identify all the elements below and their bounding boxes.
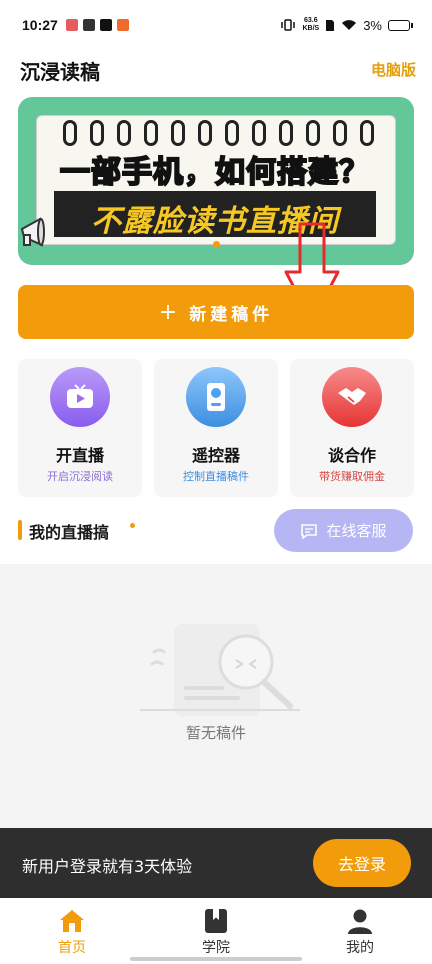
nav-label-profile: 我的 — [346, 940, 374, 956]
login-button[interactable]: 去登录 — [313, 839, 411, 887]
section-accent-bar — [18, 520, 22, 540]
section-title: 我的直播搞 — [29, 523, 110, 542]
new-draft-button[interactable]: + 新建稿件 — [18, 285, 414, 339]
book-icon — [205, 909, 227, 933]
plus-icon: + — [158, 299, 182, 325]
nav-item-home[interactable]: 首页 — [0, 898, 144, 964]
card-remote[interactable]: 遥控器 控制直播稿件 — [154, 359, 278, 497]
carousel-indicator — [213, 241, 220, 248]
feature-cards: 开直播 开启沉浸阅读 遥控器 控制直播稿件 谈合作 带货赚取佣金 — [18, 359, 414, 497]
card-subtitle: 开启沉浸阅读 — [47, 470, 113, 483]
tv-icon — [50, 367, 110, 427]
card-subtitle: 控制直播稿件 — [183, 470, 249, 483]
nav-item-academy[interactable]: 学院 — [144, 898, 288, 964]
card-title: 遥控器 — [191, 446, 240, 465]
banner-subheadline: 不露脸读书直播间 — [91, 204, 339, 239]
card-title: 开直播 — [55, 446, 104, 465]
login-prompt-text: 新用户登录就有3天体验 — [22, 857, 193, 876]
chat-icon — [301, 523, 318, 539]
vibrate-icon — [281, 19, 296, 31]
status-bar: 10:27 63.6 KB/S 3% — [0, 0, 432, 50]
login-prompt-bar: 新用户登录就有3天体验 去登录 — [0, 828, 432, 898]
binder-rings — [63, 120, 374, 146]
app-title: 沉浸读稿 — [20, 60, 100, 84]
banner-headline: 一部手机，如何搭建？ — [59, 154, 370, 191]
new-draft-label: 新建稿件 — [189, 304, 274, 325]
remote-icon — [186, 367, 246, 427]
megaphone-icon — [20, 217, 45, 247]
card-subtitle: 带货赚取佣金 — [319, 470, 385, 483]
home-indicator — [130, 957, 302, 961]
app-notification-icon — [116, 19, 129, 31]
battery-icon — [388, 19, 413, 31]
wifi-icon — [342, 20, 357, 30]
speed-value: 63.6 — [304, 17, 318, 24]
online-service-label: 在线客服 — [326, 522, 387, 540]
section-dot — [130, 523, 135, 528]
empty-document-icon — [140, 624, 300, 716]
drafts-list-empty: 暂无稿件 — [0, 564, 432, 828]
sim-icon — [326, 19, 335, 31]
notification-icon — [65, 19, 78, 31]
home-icon — [60, 910, 84, 932]
empty-state-text: 暂无稿件 — [185, 724, 246, 742]
nav-label-academy: 学院 — [202, 940, 230, 956]
tiktok-icon — [99, 19, 112, 31]
card-title: 谈合作 — [327, 446, 376, 465]
user-icon — [348, 909, 372, 934]
status-right: 63.6 KB/S 3% — [280, 17, 413, 33]
card-cooperation[interactable]: 谈合作 带货赚取佣金 — [290, 359, 414, 497]
status-time: 10:27 — [22, 17, 58, 33]
bottom-nav: 首页 学院 我的 — [0, 898, 432, 964]
desktop-version-link[interactable]: 电脑版 — [371, 59, 416, 80]
nav-item-profile[interactable]: 我的 — [288, 898, 432, 964]
handshake-icon — [322, 367, 382, 427]
nav-label-home: 首页 — [58, 940, 86, 956]
online-service-button[interactable]: 在线客服 — [274, 509, 413, 552]
speed-unit: KB/S — [302, 25, 320, 32]
app-header: 沉浸读稿 电脑版 — [0, 50, 432, 88]
network-speed: 63.6 KB/S — [302, 17, 319, 33]
mail-icon — [82, 19, 95, 31]
battery-text: 3% — [363, 17, 382, 33]
promo-banner[interactable]: 一部手机，如何搭建？ 不露脸读书直播间 — [18, 97, 414, 265]
card-go-live[interactable]: 开直播 开启沉浸阅读 — [18, 359, 142, 497]
